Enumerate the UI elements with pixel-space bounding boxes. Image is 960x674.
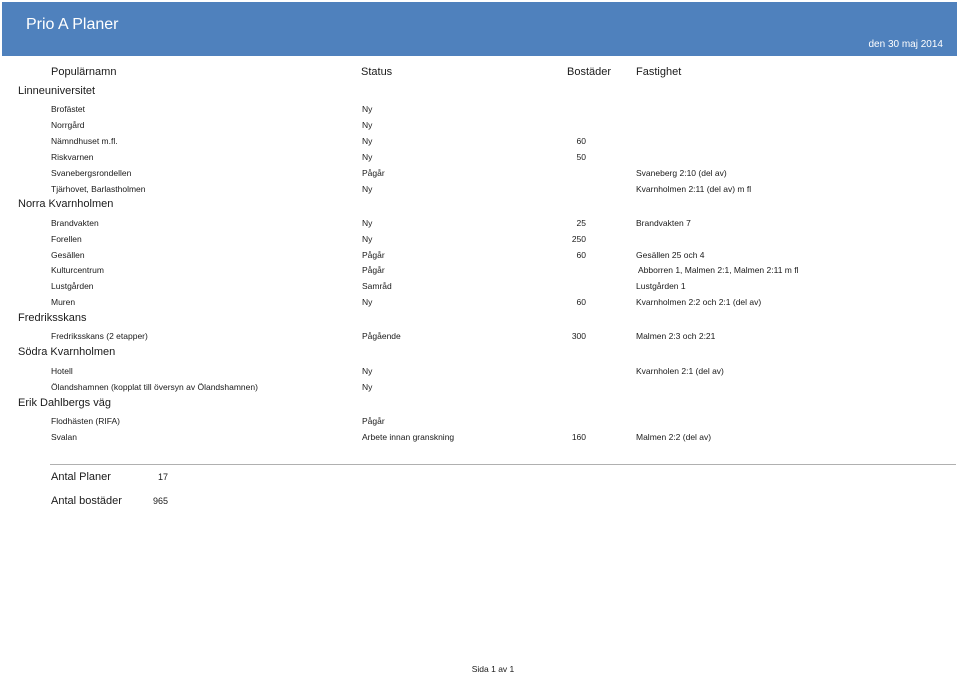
table-row: Riskvarnen Ny 50 <box>0 152 960 166</box>
page-number: Sida 1 av 1 <box>471 664 515 674</box>
table-row: Norrgård Ny <box>0 120 960 134</box>
cell-status: Pågår <box>362 265 385 275</box>
group-heading: Fredriksskans <box>18 312 87 324</box>
table-row: Svalan Arbete innan granskning 160 Malme… <box>0 432 960 446</box>
cell-fastighet: Lustgården 1 <box>636 281 686 291</box>
group-heading: Erik Dahlbergs väg <box>18 397 111 409</box>
group-heading: Linneuniversitet <box>18 85 96 97</box>
cell-status: Arbete innan granskning <box>362 432 455 442</box>
cell-name: Muren <box>51 297 76 307</box>
cell-fastighet: Brandvakten 7 <box>636 218 691 228</box>
table-row: Hotell Ny Kvarnholen 2:1 (del av) <box>0 366 960 380</box>
cell-name: Riskvarnen <box>51 152 94 162</box>
column-header-bostader: Bostäder <box>567 66 612 78</box>
cell-bostader: 25 <box>576 218 586 228</box>
cell-name: Brandvakten <box>51 218 99 228</box>
cell-name: Kulturcentrum <box>51 265 104 275</box>
cell-name: Flodhästen (RIFA) <box>51 416 120 426</box>
cell-status: Ny <box>362 297 373 307</box>
cell-name: Ölandshamnen (kopplat till översyn av Öl… <box>51 382 258 392</box>
cell-fastighet: Abborren 1, Malmen 2:1, Malmen 2:11 m fl <box>638 265 799 275</box>
cell-name: Tjärhovet, Barlastholmen <box>51 184 146 194</box>
column-header-fastighet: Fastighet <box>636 66 682 78</box>
cell-bostader: 60 <box>576 297 586 307</box>
group-heading: Södra Kvarnholmen <box>18 346 116 358</box>
cell-bostader: 300 <box>571 331 586 341</box>
table-row: Kulturcentrum Pågår Abborren 1, Malmen 2… <box>0 265 960 279</box>
cell-status: Samråd <box>362 281 392 291</box>
table-row: Svanebergsrondellen Pågår Svaneberg 2:10… <box>0 168 960 182</box>
cell-name: Brofästet <box>51 104 86 114</box>
cell-name: Nämndhuset m.fl. <box>51 136 118 146</box>
cell-name: Svanebergsrondellen <box>51 168 132 178</box>
table-row: Ölandshamnen (kopplat till översyn av Öl… <box>0 382 960 396</box>
cell-fastighet: Malmen 2:3 och 2:21 <box>636 331 716 341</box>
cell-bostader: 50 <box>576 152 586 162</box>
summary-bostader-value: 965 <box>153 496 169 506</box>
report-header: Prio A Planer den 30 maj 2014 <box>2 2 957 56</box>
summary-bostader-label: Antal bostäder <box>51 495 122 507</box>
cell-status: Pågående <box>362 331 401 341</box>
cell-fastighet: Svaneberg 2:10 (del av) <box>636 168 727 178</box>
cell-name: Lustgården <box>51 281 94 291</box>
cell-fastighet: Kvarnholmen 2:2 och 2:1 (del av) <box>636 297 762 307</box>
report-title: Prio A Planer <box>26 16 119 33</box>
table-row: Fredriksskans (2 etapper) Pågående 300 M… <box>0 331 960 345</box>
cell-bostader: 250 <box>571 234 586 244</box>
cell-fastighet: Gesällen 25 och 4 <box>636 250 705 260</box>
cell-fastighet: Kvarnholen 2:1 (del av) <box>636 366 724 376</box>
cell-status: Ny <box>362 120 373 130</box>
cell-status: Ny <box>362 382 373 392</box>
cell-status: Ny <box>362 136 373 146</box>
cell-name: Fredriksskans (2 etapper) <box>51 331 148 341</box>
cell-status: Pågår <box>362 416 385 426</box>
cell-status: Ny <box>362 218 373 228</box>
table-row: Muren Ny 60 Kvarnholmen 2:2 och 2:1 (del… <box>0 297 960 311</box>
table-row: Tjärhovet, Barlastholmen Ny Kvarnholmen … <box>0 184 960 198</box>
cell-status: Ny <box>362 366 373 376</box>
cell-status: Pågår <box>362 168 385 178</box>
cell-bostader: 160 <box>571 432 586 442</box>
cell-status: Ny <box>362 152 373 162</box>
column-header-status: Status <box>361 66 393 78</box>
cell-fastighet: Kvarnholmen 2:11 (del av) m fl <box>636 184 752 194</box>
cell-name: Hotell <box>51 366 73 376</box>
cell-fastighet: Malmen 2:2 (del av) <box>636 432 712 442</box>
cell-bostader: 60 <box>576 250 586 260</box>
table-row: Forellen Ny 250 <box>0 234 960 248</box>
summary-planer-value: 17 <box>158 472 169 482</box>
table-row: Brofästet Ny <box>0 104 960 118</box>
group-heading: Norra Kvarnholmen <box>18 198 114 210</box>
cell-status: Ny <box>362 184 373 194</box>
cell-status: Pågår <box>362 250 385 260</box>
summary-divider <box>50 464 956 465</box>
cell-status: Ny <box>362 104 373 114</box>
summary-planer-label: Antal Planer <box>51 471 111 483</box>
cell-name: Forellen <box>51 234 82 244</box>
table-row: Gesällen Pågår 60 Gesällen 25 och 4 <box>0 250 960 264</box>
report-date: den 30 maj 2014 <box>868 39 943 50</box>
cell-status: Ny <box>362 234 373 244</box>
cell-name: Norrgård <box>51 120 85 130</box>
table-row: Lustgården Samråd Lustgården 1 <box>0 281 960 295</box>
table-row: Nämndhuset m.fl. Ny 60 <box>0 136 960 150</box>
cell-name: Svalan <box>51 432 77 442</box>
table-row: Flodhästen (RIFA) Pågår <box>0 416 960 430</box>
column-header-name: Populärnamn <box>51 66 117 78</box>
cell-name: Gesällen <box>51 250 85 260</box>
cell-bostader: 60 <box>576 136 586 146</box>
table-row: Brandvakten Ny 25 Brandvakten 7 <box>0 218 960 232</box>
